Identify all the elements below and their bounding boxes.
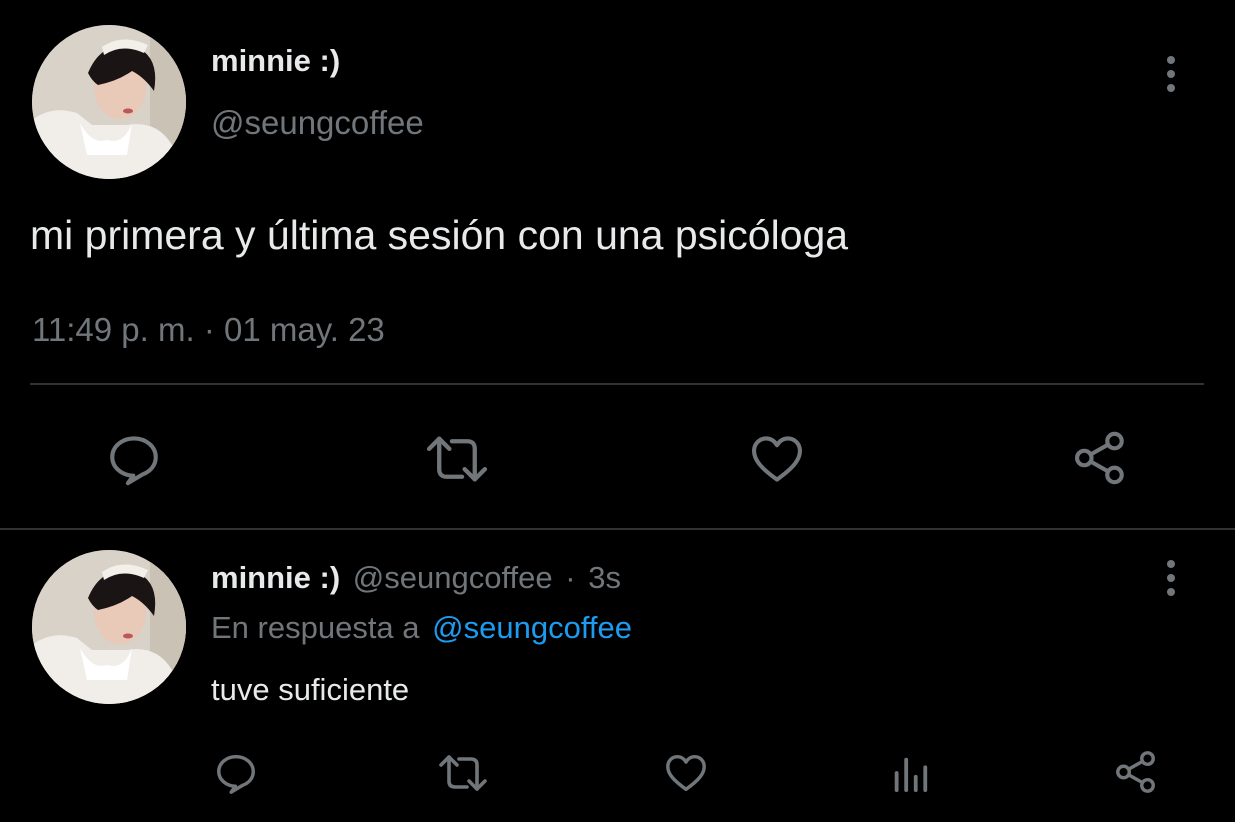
separator-dot: · [565, 560, 576, 595]
divider [0, 528, 1235, 530]
reply-header: minnie :) @seungcoffee · 3s [211, 558, 621, 598]
share-icon[interactable] [1113, 749, 1159, 795]
reply-icon[interactable] [213, 750, 259, 796]
user-handle[interactable]: @seungcoffee [211, 102, 424, 144]
retweet-icon[interactable] [424, 430, 490, 488]
retweet-icon[interactable] [437, 750, 489, 796]
like-icon[interactable] [748, 430, 806, 488]
display-name[interactable]: minnie :) [211, 560, 340, 595]
tweet-text: mi primera y última sesión con una psicó… [30, 212, 849, 258]
relative-time[interactable]: 3s [588, 560, 621, 595]
reply-context: En respuesta a @seungcoffee [211, 608, 632, 648]
analytics-icon[interactable] [887, 752, 933, 794]
more-options-icon[interactable] [1161, 558, 1181, 598]
reply-prefix: En respuesta a [211, 610, 420, 645]
more-options-icon[interactable] [1161, 54, 1181, 94]
tweet-text: tuve suficiente [211, 672, 410, 707]
like-icon[interactable] [663, 750, 709, 796]
display-name[interactable]: minnie :) [211, 42, 340, 80]
share-icon[interactable] [1071, 429, 1129, 487]
reply-mention-link[interactable]: @seungcoffee [432, 610, 632, 645]
avatar[interactable] [32, 25, 186, 179]
tweet-timestamp[interactable]: 11:49 p. m. · 01 may. 23 [32, 309, 385, 351]
user-handle[interactable]: @seungcoffee [353, 560, 553, 595]
divider [30, 383, 1204, 385]
reply-icon[interactable] [105, 430, 163, 488]
avatar[interactable] [32, 550, 186, 704]
